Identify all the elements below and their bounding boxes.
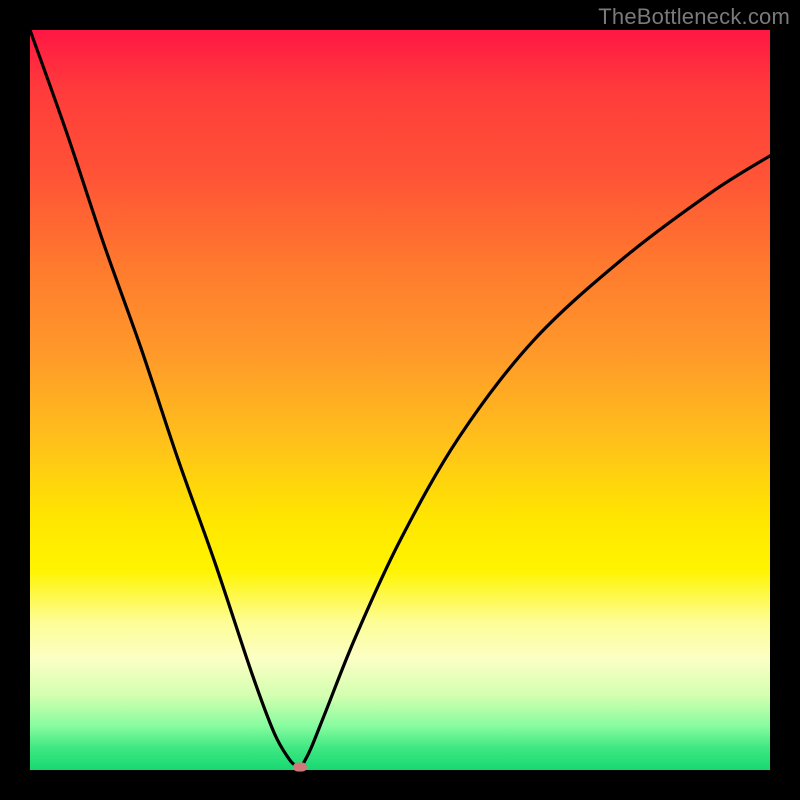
bottleneck-curve — [30, 30, 770, 770]
watermark-text: TheBottleneck.com — [598, 4, 790, 30]
chart-frame: TheBottleneck.com — [0, 0, 800, 800]
min-point-marker — [293, 763, 307, 772]
plot-area — [30, 30, 770, 770]
